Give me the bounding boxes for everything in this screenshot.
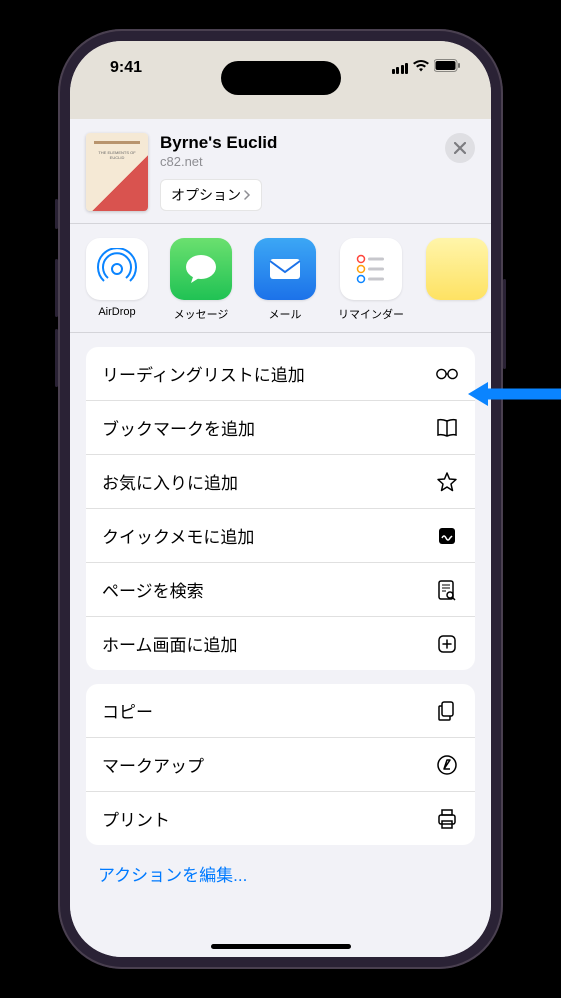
chevron-right-icon bbox=[243, 187, 251, 203]
reminders-icon bbox=[340, 238, 402, 300]
volume-up-button bbox=[55, 259, 58, 317]
docs-icon bbox=[435, 699, 459, 723]
action-find-on-page[interactable]: ページを検索 bbox=[86, 563, 475, 617]
dynamic-island bbox=[221, 61, 341, 95]
battery-icon bbox=[434, 59, 461, 77]
phone-frame: 9:41 Byrne's Euclid c82.net bbox=[58, 29, 503, 969]
actions-section-2: コピー マークアップ プリント bbox=[86, 684, 475, 845]
wifi-icon bbox=[412, 59, 430, 78]
airdrop-icon bbox=[86, 238, 148, 300]
header-info: Byrne's Euclid c82.net オプション bbox=[160, 133, 433, 211]
share-apps-row[interactable]: AirDrop メッセージ メール bbox=[70, 224, 491, 333]
page-domain: c82.net bbox=[160, 154, 433, 169]
action-label: ページを検索 bbox=[102, 577, 204, 602]
action-label: プリント bbox=[102, 806, 170, 831]
home-indicator[interactable] bbox=[211, 944, 351, 949]
status-time: 9:41 bbox=[110, 59, 142, 77]
action-label: ホーム画面に追加 bbox=[102, 631, 238, 656]
share-app-notes[interactable] bbox=[426, 238, 488, 322]
background-peek bbox=[70, 95, 491, 119]
action-label: マークアップ bbox=[102, 752, 204, 777]
notes-icon bbox=[426, 238, 488, 300]
mail-icon bbox=[254, 238, 316, 300]
share-app-messages[interactable]: メッセージ bbox=[170, 238, 232, 322]
action-label: ブックマークを追加 bbox=[102, 415, 255, 440]
action-add-home-screen[interactable]: ホーム画面に追加 bbox=[86, 617, 475, 670]
sheet-header: Byrne's Euclid c82.net オプション bbox=[70, 119, 491, 224]
plus-square-icon bbox=[435, 632, 459, 656]
status-right bbox=[392, 59, 462, 78]
power-button bbox=[503, 279, 506, 369]
close-button[interactable] bbox=[445, 133, 475, 163]
action-label: リーディングリストに追加 bbox=[102, 361, 305, 386]
print-icon bbox=[435, 807, 459, 831]
share-sheet: Byrne's Euclid c82.net オプション bbox=[70, 119, 491, 957]
options-button[interactable]: オプション bbox=[160, 179, 262, 211]
signal-icon bbox=[392, 63, 409, 74]
glasses-icon bbox=[435, 362, 459, 386]
book-icon bbox=[435, 416, 459, 440]
action-add-reading-list[interactable]: リーディングリストに追加 bbox=[86, 347, 475, 401]
messages-icon bbox=[170, 238, 232, 300]
edit-actions-link[interactable]: アクションを編集... bbox=[70, 845, 491, 902]
share-app-mail[interactable]: メール bbox=[254, 238, 316, 322]
action-label: クイックメモに追加 bbox=[102, 523, 254, 548]
note-icon bbox=[435, 524, 459, 548]
screen: 9:41 Byrne's Euclid c82.net bbox=[70, 41, 491, 957]
app-label: AirDrop bbox=[98, 306, 135, 318]
volume-down-button bbox=[55, 329, 58, 387]
share-app-reminders[interactable]: リマインダー bbox=[338, 238, 404, 322]
action-quick-note[interactable]: クイックメモに追加 bbox=[86, 509, 475, 563]
side-button bbox=[55, 199, 58, 229]
star-icon bbox=[435, 470, 459, 494]
action-add-favorites[interactable]: お気に入りに追加 bbox=[86, 455, 475, 509]
page-thumbnail bbox=[86, 133, 148, 211]
doc-search-icon bbox=[435, 578, 459, 602]
share-app-airdrop[interactable]: AirDrop bbox=[86, 238, 148, 322]
page-title: Byrne's Euclid bbox=[160, 133, 433, 153]
app-label: リマインダー bbox=[338, 306, 404, 322]
app-label: メッセージ bbox=[174, 306, 229, 322]
callout-arrow bbox=[466, 378, 561, 410]
action-label: コピー bbox=[102, 698, 153, 723]
action-print[interactable]: プリント bbox=[86, 792, 475, 845]
action-markup[interactable]: マークアップ bbox=[86, 738, 475, 792]
options-label: オプション bbox=[171, 185, 241, 205]
close-icon bbox=[454, 142, 466, 154]
action-add-bookmark[interactable]: ブックマークを追加 bbox=[86, 401, 475, 455]
markup-icon bbox=[435, 753, 459, 777]
action-copy[interactable]: コピー bbox=[86, 684, 475, 738]
actions-section-1: リーディングリストに追加 ブックマークを追加 お気に入りに追加 クイックメモに追… bbox=[86, 347, 475, 670]
action-label: お気に入りに追加 bbox=[102, 469, 238, 494]
app-label: メール bbox=[269, 306, 302, 322]
